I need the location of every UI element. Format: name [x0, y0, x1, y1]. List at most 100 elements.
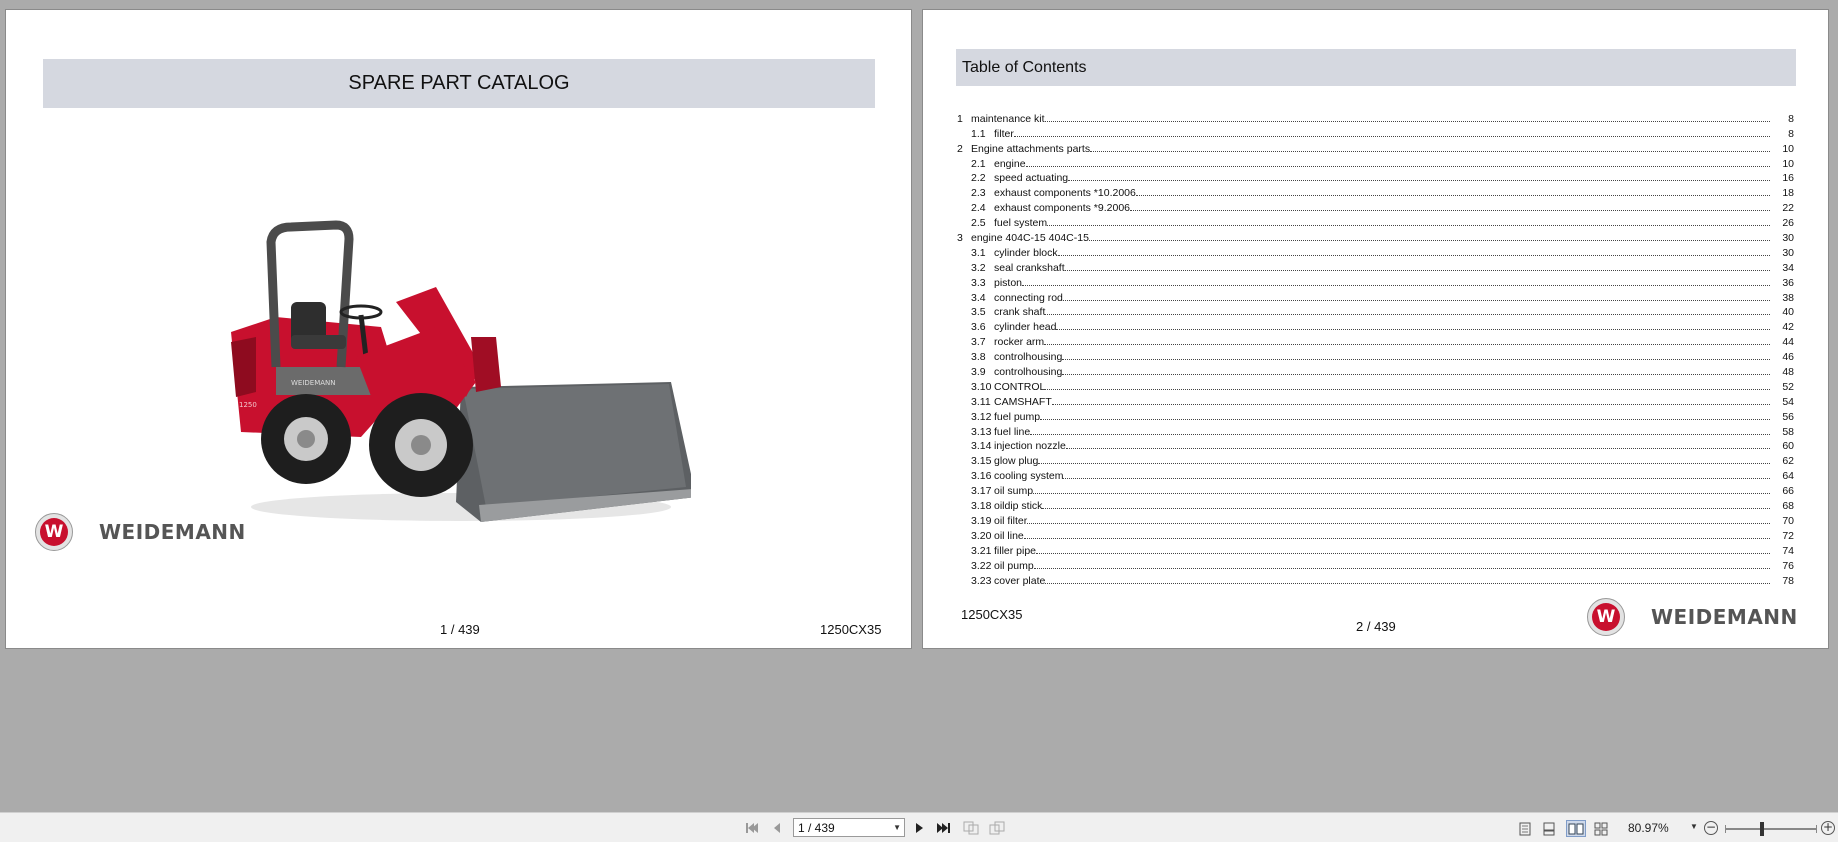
toc-entry-title: oil pump: [994, 559, 1034, 572]
toc-dot-leader: [1013, 135, 1770, 137]
continuous-view-button[interactable]: [1540, 820, 1558, 837]
single-page-view-button[interactable]: [1516, 820, 1534, 837]
toc-entry-number: 3.18: [971, 500, 992, 513]
toc-entry[interactable]: 1.1 filter 8: [957, 125, 1794, 140]
toc-entry[interactable]: 3.5 crank shaft 40: [957, 304, 1794, 319]
toc-entry-title: oil line: [994, 529, 1024, 542]
toc-entry-title: exhaust components *9.2006: [994, 202, 1131, 215]
toc-entry[interactable]: 3.10 CONTROL 52: [957, 378, 1794, 393]
page-number: 1 / 439: [440, 622, 480, 637]
two-page-view-button[interactable]: [1566, 820, 1586, 837]
first-page-button[interactable]: [745, 817, 759, 839]
toc-entry-title: crank shaft: [994, 306, 1046, 319]
toc-dot-leader: [1065, 448, 1770, 450]
toc-dot-leader: [1030, 433, 1770, 435]
zoom-slider-handle[interactable]: [1760, 822, 1764, 836]
toc-entry[interactable]: 3.12 fuel pump 56: [957, 408, 1794, 423]
toc-entry[interactable]: 2 Engine attachments parts 10: [957, 140, 1794, 155]
toc-entry-title: filler pipe: [994, 544, 1037, 557]
cover-title: SPARE PART CATALOG: [43, 59, 875, 108]
zoom-dropdown-icon[interactable]: ▼: [1690, 822, 1698, 831]
toc-dot-leader: [1090, 150, 1770, 152]
toc-entry[interactable]: 3.1 cylinder block 30: [957, 244, 1794, 259]
toc-entry[interactable]: 3.20 oil line 72: [957, 527, 1794, 542]
toc-entry-number: 3.5: [971, 306, 986, 319]
toc-entry-number: 2: [957, 142, 963, 155]
toc-entry-title: filter: [994, 127, 1014, 140]
toc-dot-leader: [1036, 552, 1770, 554]
page-number-input[interactable]: 1 / 439 ▼: [793, 818, 905, 837]
toc-entry[interactable]: 2.5 fuel system 26: [957, 214, 1794, 229]
toc-entry[interactable]: 3.14 injection nozzle 60: [957, 438, 1794, 452]
toc-entry-page: 68: [1782, 500, 1794, 513]
toc-entry-title: fuel line: [994, 425, 1031, 438]
next-page-button[interactable]: [912, 817, 926, 839]
toc-dot-leader: [1033, 493, 1770, 495]
toc-entry[interactable]: 3.19 oil filter 70: [957, 512, 1794, 527]
toc-entry-title: exhaust components *10.2006: [994, 187, 1136, 200]
toc-entry-title: CONTROL: [994, 380, 1046, 393]
toc-entry-number: 3.6: [971, 321, 986, 334]
toc-entry[interactable]: 2.3 exhaust components *10.2006 18: [957, 184, 1794, 199]
toc-entry-title: seal crankshaft: [994, 261, 1065, 274]
zoom-out-button[interactable]: −: [1704, 821, 1718, 835]
toc-entry[interactable]: 2.1 engine 10: [957, 155, 1794, 170]
toc-entry[interactable]: 3.16 cooling system 64: [957, 467, 1794, 482]
single-page-icon: [1519, 822, 1531, 835]
toc-entry-title: Engine attachments parts: [971, 142, 1091, 155]
toc-entry[interactable]: 3.6 cylinder head 42: [957, 318, 1794, 333]
toc-entry[interactable]: 1 maintenance kit 8: [957, 110, 1794, 125]
toc-entry[interactable]: 3.21 filler pipe 74: [957, 542, 1794, 557]
toc-entry[interactable]: 3.2 seal crankshaft 34: [957, 259, 1794, 274]
previous-page-icon: [774, 823, 780, 833]
toc-entry-number: 3.19: [971, 514, 992, 527]
toc-entry[interactable]: 2.4 exhaust components *9.2006 22: [957, 199, 1794, 214]
toc-entry[interactable]: 3.23 cover plate 78: [957, 572, 1794, 587]
zoom-in-button[interactable]: +: [1821, 821, 1835, 835]
toc-entry-title: rocker arm: [994, 336, 1045, 349]
toc-entry[interactable]: 3.8 controlhousing 46: [957, 348, 1794, 363]
continuous-page-icon: [1543, 822, 1555, 835]
page-number: 2 / 439: [1356, 619, 1396, 634]
two-page-continuous-view-button[interactable]: [1592, 820, 1610, 837]
toc-entry-page: 58: [1782, 425, 1794, 438]
toc-dot-leader: [1045, 314, 1770, 316]
toc-entry-number: 3.13: [971, 425, 992, 438]
toc-entry[interactable]: 3.9 controlhousing 48: [957, 363, 1794, 378]
toc-entry-page: 36: [1782, 276, 1794, 289]
pdf-page-1: SPARE PART CATALOG WEIDEMANN 1250 W WEID…: [5, 9, 912, 649]
zoom-slider[interactable]: [1725, 822, 1817, 836]
toc-entry-page: 26: [1782, 217, 1794, 230]
toc-entry[interactable]: 3 engine 404C-15 404C-15 30: [957, 229, 1794, 244]
paste-button[interactable]: [988, 817, 1006, 839]
toc-entry-title: controlhousing: [994, 366, 1063, 379]
toc-entry[interactable]: 3.22 oil pump 76: [957, 557, 1794, 572]
toc-dot-leader: [1044, 344, 1770, 346]
toc-entry-page: 34: [1782, 261, 1794, 274]
toc-entry[interactable]: 3.17 oil sump 66: [957, 482, 1794, 497]
toc-entry[interactable]: 3.18 oildip stick 68: [957, 497, 1794, 512]
toc-entry[interactable]: 3.3 piston 36: [957, 274, 1794, 289]
chevron-down-icon[interactable]: ▼: [893, 823, 901, 832]
last-page-button[interactable]: [936, 817, 952, 839]
toc-entry-title: connecting rod: [994, 291, 1063, 304]
toc-entry-page: 46: [1782, 351, 1794, 364]
toc-entry-page: 72: [1782, 529, 1794, 542]
zoom-level[interactable]: 80.97%: [1628, 821, 1669, 835]
toc-entry-number: 1.1: [971, 127, 986, 140]
toc-entry-number: 3.10: [971, 380, 992, 393]
toc-entry[interactable]: 3.4 connecting rod 38: [957, 289, 1794, 304]
toc-dot-leader: [1025, 165, 1770, 167]
toc-entry[interactable]: 2.2 speed actuating 16: [957, 170, 1794, 185]
toc-entry-number: 2.2: [971, 172, 986, 185]
toc-entry-page: 62: [1782, 455, 1794, 468]
toc-entry[interactable]: 3.13 fuel line 58: [957, 423, 1794, 438]
toc-entry[interactable]: 3.11 CAMSHAFT 54: [957, 393, 1794, 408]
copy-button[interactable]: [962, 817, 980, 839]
toc-entry-number: 3.12: [971, 410, 992, 423]
previous-page-button[interactable]: [770, 817, 784, 839]
toc-entry[interactable]: 3.15 glow plug 62: [957, 452, 1794, 467]
toc-entry[interactable]: 3.7 rocker arm 44: [957, 333, 1794, 348]
toc-entry-title: glow plug: [994, 455, 1039, 468]
toc-entry-page: 10: [1782, 157, 1794, 170]
